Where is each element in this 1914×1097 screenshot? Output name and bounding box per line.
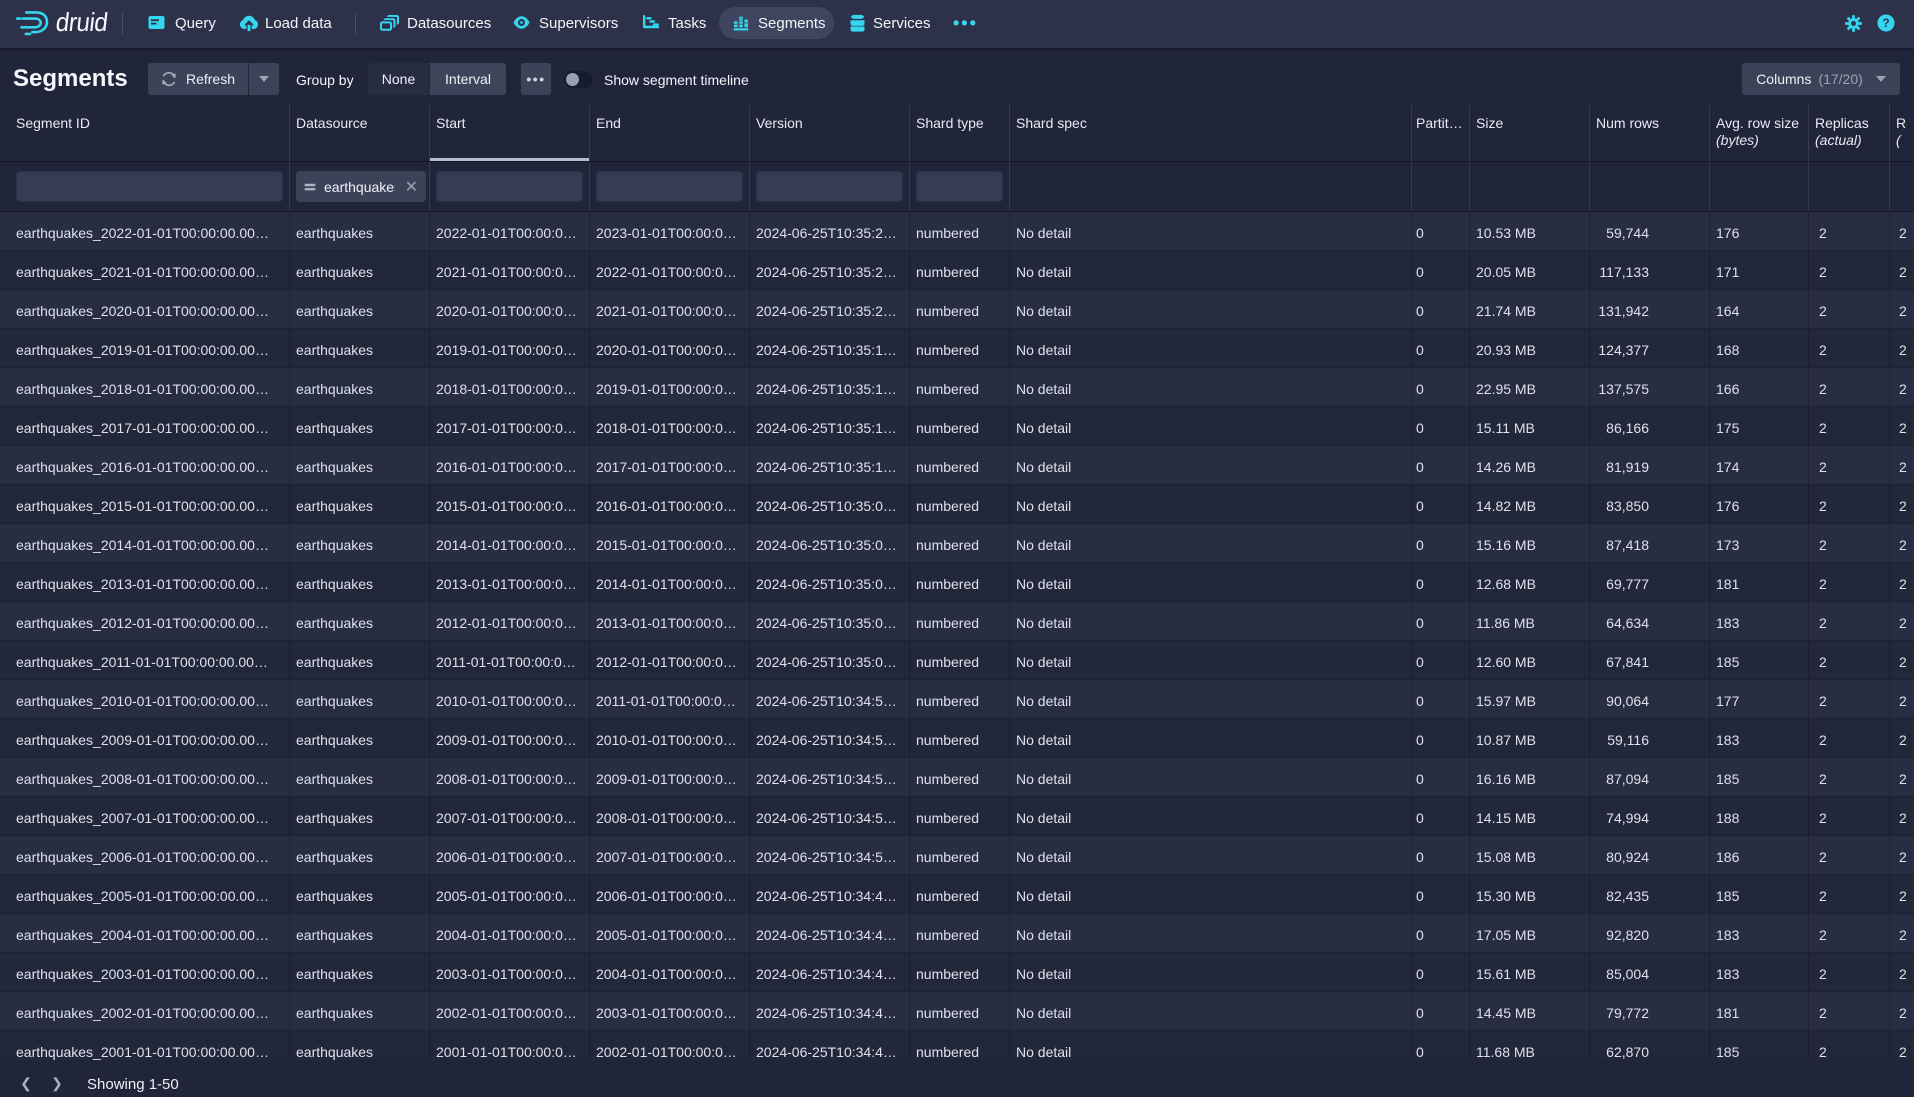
svg-text:?: ? bbox=[1882, 16, 1889, 30]
